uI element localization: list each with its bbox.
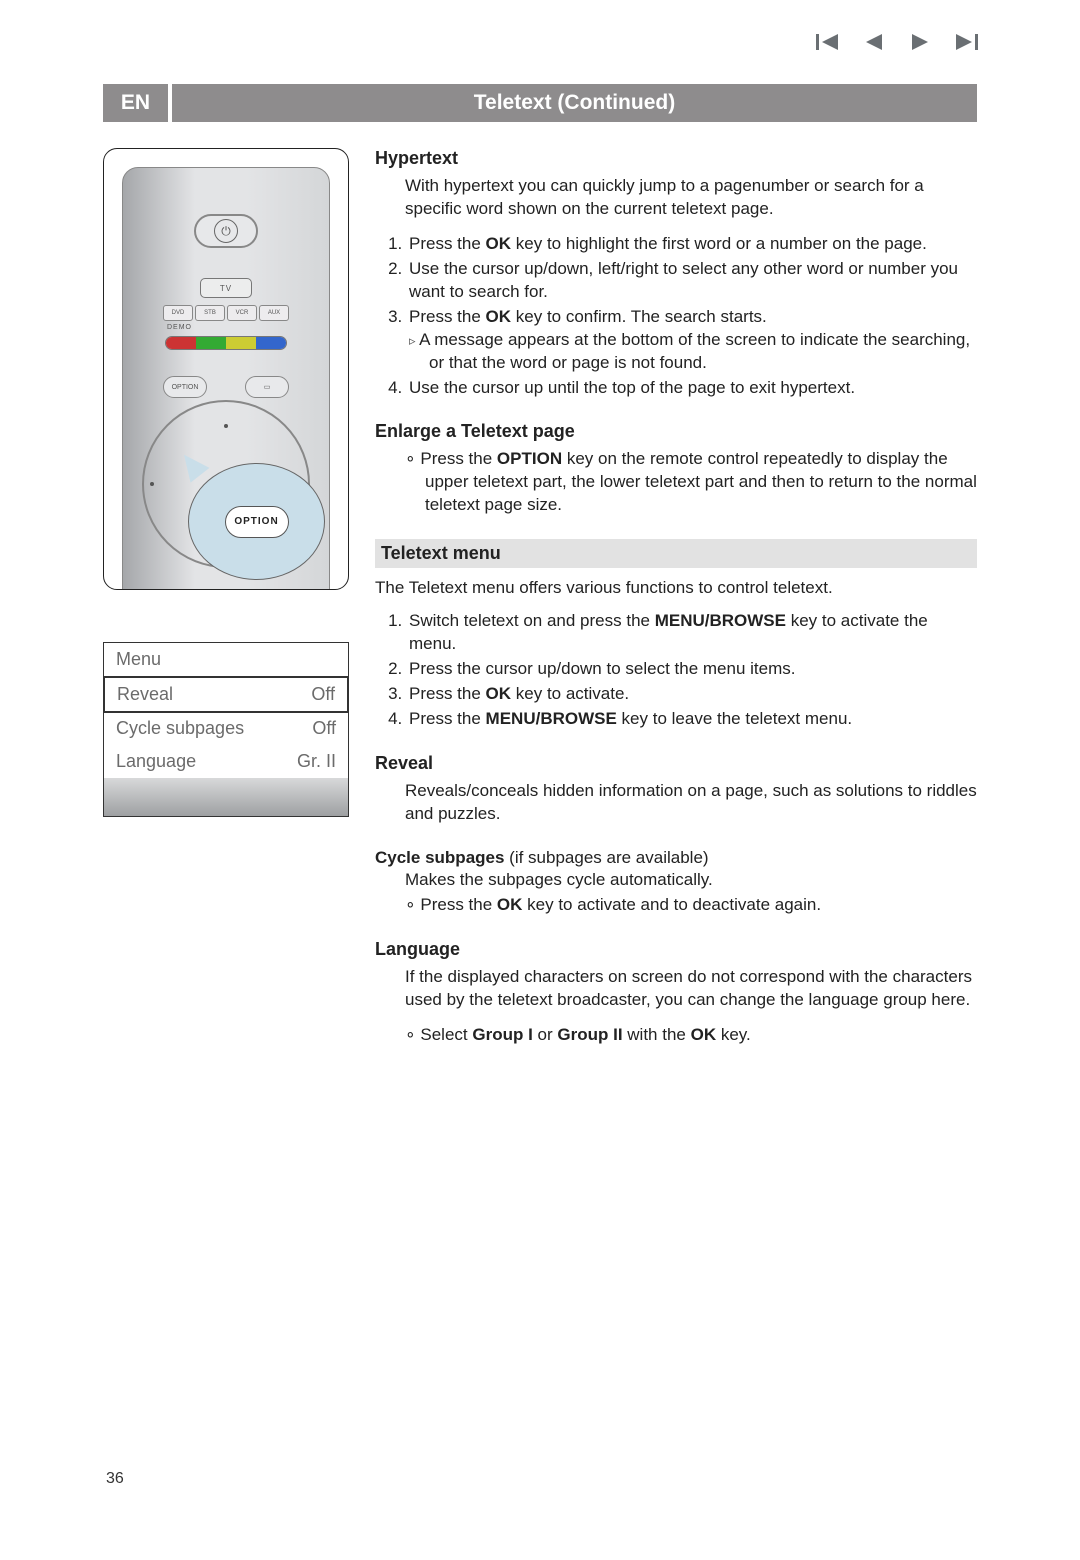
option-button-icon: OPTION xyxy=(163,376,207,398)
heading-reveal: Reveal xyxy=(375,753,977,774)
teletext-menu-screenshot: Menu RevealOff Cycle subpagesOff Languag… xyxy=(103,642,349,817)
next-page-icon[interactable] xyxy=(908,32,932,57)
page-number: 36 xyxy=(106,1470,124,1488)
hypertext-intro: With hypertext you can quickly jump to a… xyxy=(405,175,977,221)
callout-label: OPTION xyxy=(225,506,289,538)
hypertext-substep: A message appears at the bottom of the s… xyxy=(429,329,977,375)
power-button-icon: ⏻ xyxy=(194,214,258,248)
teletext-menu-steps: Switch teletext on and press the MENU/BR… xyxy=(375,610,977,731)
demo-label: DEMO xyxy=(167,324,192,331)
menu-row-language: LanguageGr. II xyxy=(104,745,348,778)
page-title: Teletext (Continued) xyxy=(172,84,977,122)
section-header: EN Teletext (Continued) xyxy=(103,84,977,122)
remote-illustration: ⏻ TV DVDSTBVCRAUX DEMO OPTION ▭ xyxy=(103,148,349,590)
lang-tab: EN xyxy=(103,84,168,122)
hypertext-steps: Press the OK key to highlight the first … xyxy=(375,233,977,400)
cycle-bullet: Press the OK key to activate and to deac… xyxy=(405,894,977,917)
enlarge-bullet: Press the OPTION key on the remote contr… xyxy=(405,448,977,517)
language-bullet: Select Group I or Group II with the OK k… xyxy=(405,1024,977,1047)
menu-row-cycle: Cycle subpagesOff xyxy=(104,712,348,745)
menu-title: Menu xyxy=(104,643,348,677)
source-buttons: DVDSTBVCRAUX xyxy=(163,305,289,321)
section-reveal: Reveal Reveals/conceals hidden informati… xyxy=(375,753,977,826)
heading-hypertext: Hypertext xyxy=(375,148,977,169)
guide-button-icon: ▭ xyxy=(245,376,289,398)
last-page-icon[interactable] xyxy=(954,32,978,57)
section-hypertext: Hypertext With hypertext you can quickly… xyxy=(375,148,977,399)
language-body: If the displayed characters on screen do… xyxy=(405,966,977,1012)
heading-teletext-menu: Teletext menu xyxy=(375,539,977,568)
section-cycle: Cycle subpages (if subpages are availabl… xyxy=(375,848,977,917)
first-page-icon[interactable] xyxy=(816,32,840,57)
section-language: Language If the displayed characters on … xyxy=(375,939,977,1047)
teletext-menu-intro: The Teletext menu offers various functio… xyxy=(375,578,977,598)
reveal-body: Reveals/conceals hidden information on a… xyxy=(405,780,977,826)
tv-mode-button: TV xyxy=(200,278,252,298)
menu-row-reveal: RevealOff xyxy=(103,676,349,713)
color-keys xyxy=(165,336,287,350)
heading-enlarge: Enlarge a Teletext page xyxy=(375,421,977,442)
section-teletext-menu: Teletext menu The Teletext menu offers v… xyxy=(375,539,977,731)
heading-cycle: Cycle subpages xyxy=(375,848,504,867)
section-enlarge: Enlarge a Teletext page Press the OPTION… xyxy=(375,421,977,517)
callout-bubble: OPTION xyxy=(188,463,325,580)
prev-page-icon[interactable] xyxy=(862,32,886,57)
heading-language: Language xyxy=(375,939,977,960)
cycle-line: Makes the subpages cycle automatically. xyxy=(405,870,977,890)
